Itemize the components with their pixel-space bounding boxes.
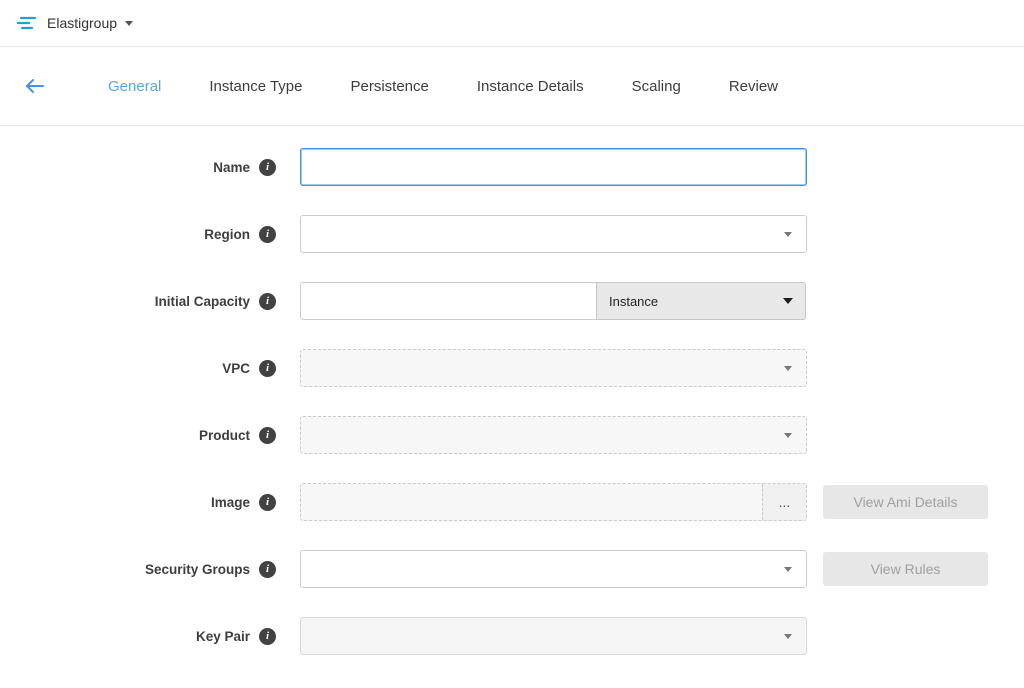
name-label: Name: [0, 160, 250, 175]
app-switcher-caret-icon[interactable]: [125, 21, 133, 26]
view-rules-button[interactable]: View Rules: [823, 552, 988, 586]
image-browse-button[interactable]: ...: [762, 484, 806, 520]
key-pair-select[interactable]: [300, 617, 807, 655]
initial-capacity-info-icon[interactable]: i: [259, 293, 276, 310]
wizard-tabs: General Instance Type Persistence Instan…: [84, 78, 802, 95]
name-input[interactable]: [300, 148, 807, 186]
wizard-tab-bar: General Instance Type Persistence Instan…: [0, 47, 1024, 126]
key-pair-label: Key Pair: [0, 629, 250, 644]
chevron-down-icon: [784, 232, 792, 237]
tab-general[interactable]: General: [84, 78, 185, 95]
form-row-image: Image i ... View Ami Details: [0, 483, 1024, 521]
image-field: ...: [300, 483, 807, 521]
chevron-down-icon: [784, 567, 792, 572]
name-info-icon[interactable]: i: [259, 159, 276, 176]
capacity-unit-select[interactable]: Instance: [596, 282, 806, 320]
capacity-unit-value: Instance: [609, 294, 658, 309]
form-row-security-groups: Security Groups i View Rules: [0, 550, 1024, 588]
vpc-label: VPC: [0, 361, 250, 376]
security-groups-label: Security Groups: [0, 562, 250, 577]
initial-capacity-label: Initial Capacity: [0, 294, 250, 309]
region-label: Region: [0, 227, 250, 242]
vpc-info-icon[interactable]: i: [259, 360, 276, 377]
chevron-down-icon: [784, 634, 792, 639]
initial-capacity-input[interactable]: [300, 282, 597, 320]
form-row-vpc: VPC i: [0, 349, 1024, 387]
product-info-icon[interactable]: i: [259, 427, 276, 444]
back-arrow-icon[interactable]: [22, 73, 48, 99]
key-pair-info-icon[interactable]: i: [259, 628, 276, 645]
image-label: Image: [0, 495, 250, 510]
tab-persistence[interactable]: Persistence: [327, 78, 453, 95]
top-bar: Elastigroup: [0, 0, 1024, 47]
security-groups-info-icon[interactable]: i: [259, 561, 276, 578]
region-select[interactable]: [300, 215, 807, 253]
form-row-initial-capacity: Initial Capacity i Instance: [0, 282, 1024, 320]
chevron-down-icon: [784, 433, 792, 438]
general-settings-form: Name i Region i Initial Capacity i Insta…: [0, 126, 1024, 655]
tab-instance-type[interactable]: Instance Type: [185, 78, 326, 95]
chevron-down-icon: [784, 366, 792, 371]
view-ami-details-button[interactable]: View Ami Details: [823, 485, 988, 519]
form-row-region: Region i: [0, 215, 1024, 253]
product-label: Product: [0, 428, 250, 443]
form-row-product: Product i: [0, 416, 1024, 454]
product-select: [300, 416, 807, 454]
region-info-icon[interactable]: i: [259, 226, 276, 243]
security-groups-select[interactable]: [300, 550, 807, 588]
tab-review[interactable]: Review: [705, 78, 802, 95]
elastigroup-logo-icon: [16, 15, 38, 31]
chevron-down-icon: [783, 298, 793, 304]
tab-instance-details[interactable]: Instance Details: [453, 78, 608, 95]
form-row-key-pair: Key Pair i: [0, 617, 1024, 655]
image-info-icon[interactable]: i: [259, 494, 276, 511]
vpc-select: [300, 349, 807, 387]
tab-scaling[interactable]: Scaling: [608, 78, 705, 95]
form-row-name: Name i: [0, 148, 1024, 186]
image-value: [301, 484, 762, 520]
app-title[interactable]: Elastigroup: [47, 15, 117, 31]
